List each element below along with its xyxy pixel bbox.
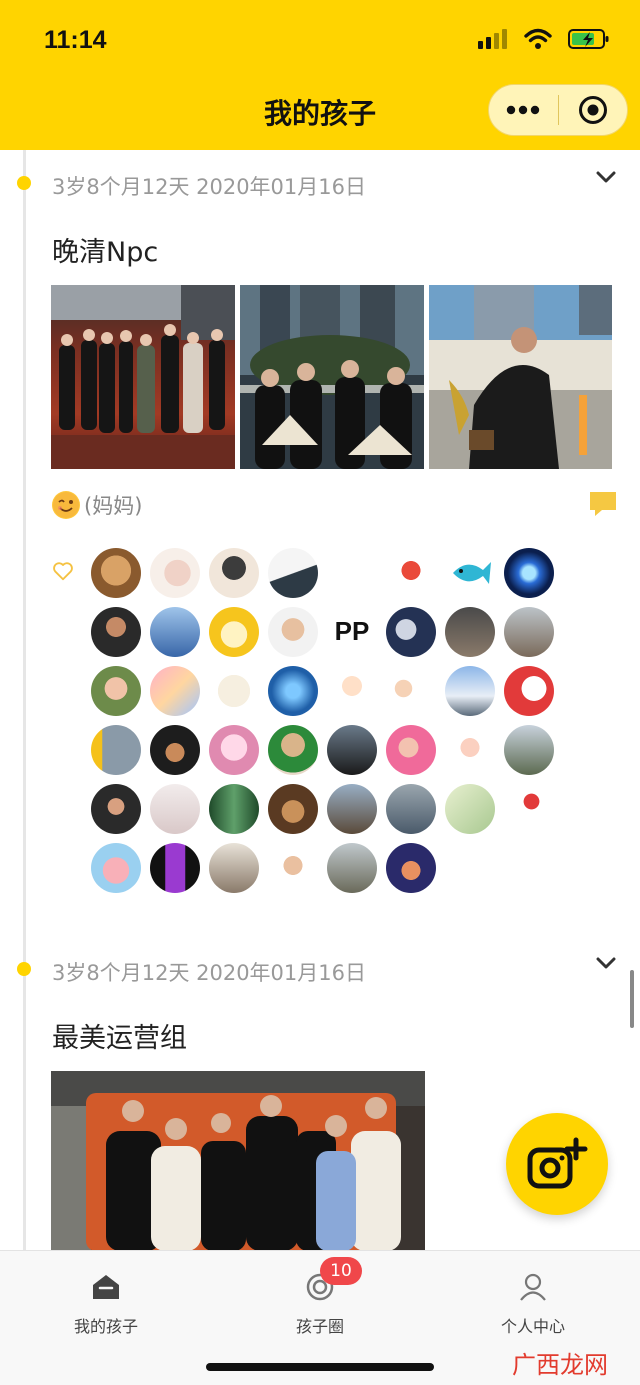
tab-profile[interactable]: 个人中心 xyxy=(453,1273,613,1337)
mini-program-capsule xyxy=(488,84,628,136)
post-title: 晚清Npc xyxy=(52,237,159,268)
post-photo[interactable] xyxy=(51,285,235,469)
avatar[interactable] xyxy=(268,548,318,598)
avatar[interactable] xyxy=(268,843,318,893)
avatar[interactable] xyxy=(445,725,495,775)
comment-icon[interactable] xyxy=(588,488,618,518)
avatar[interactable] xyxy=(327,725,377,775)
avatar[interactable] xyxy=(386,784,436,834)
avatar[interactable] xyxy=(445,666,495,716)
avatar[interactable] xyxy=(209,607,259,657)
user-icon xyxy=(520,1273,546,1301)
avatar[interactable] xyxy=(150,548,200,598)
target-icon xyxy=(578,96,607,124)
close-miniprogram-button[interactable] xyxy=(559,85,628,135)
svg-text:PP: PP xyxy=(335,616,370,646)
avatar[interactable] xyxy=(209,666,259,716)
avatar[interactable] xyxy=(268,725,318,775)
avatar[interactable] xyxy=(91,784,141,834)
more-button[interactable] xyxy=(489,85,558,135)
avatar[interactable] xyxy=(445,548,495,598)
avatar[interactable] xyxy=(209,784,259,834)
avatar[interactable] xyxy=(504,666,554,716)
post-photo[interactable] xyxy=(51,1071,425,1250)
avatar[interactable] xyxy=(386,843,436,893)
tab-my-children[interactable]: 我的孩子 xyxy=(26,1273,186,1337)
author-name: (妈妈) xyxy=(84,494,143,518)
avatar[interactable] xyxy=(91,843,141,893)
avatar[interactable] xyxy=(327,843,377,893)
avatar[interactable] xyxy=(91,666,141,716)
header: 11:14 我的孩子 xyxy=(0,0,640,150)
avatar[interactable] xyxy=(504,548,554,598)
avatar[interactable] xyxy=(268,666,318,716)
timeline-line xyxy=(23,150,26,1250)
notification-badge: 10 xyxy=(320,1257,362,1285)
avatar[interactable] xyxy=(504,784,554,834)
avatar[interactable] xyxy=(268,784,318,834)
avatar[interactable] xyxy=(209,843,259,893)
status-icons xyxy=(478,28,610,50)
avatar[interactable] xyxy=(150,607,200,657)
home-icon xyxy=(93,1275,119,1299)
avatar[interactable] xyxy=(91,548,141,598)
add-photo-button[interactable] xyxy=(506,1113,608,1215)
avatar[interactable] xyxy=(386,725,436,775)
wifi-icon xyxy=(524,28,552,49)
chevron-down-icon[interactable] xyxy=(596,167,616,187)
avatar[interactable] xyxy=(150,843,200,893)
post-photo[interactable] xyxy=(240,285,424,469)
scrollbar[interactable] xyxy=(630,970,634,1028)
avatar[interactable] xyxy=(445,784,495,834)
tab-label: 我的孩子 xyxy=(73,1317,138,1336)
avatar[interactable] xyxy=(150,784,200,834)
avatar[interactable] xyxy=(209,725,259,775)
avatar[interactable] xyxy=(504,725,554,775)
home-indicator[interactable] xyxy=(206,1363,434,1371)
heart-icon[interactable] xyxy=(52,560,74,582)
avatar[interactable] xyxy=(91,725,141,775)
avatar[interactable]: PP xyxy=(327,607,377,657)
post-title: 最美运营组 xyxy=(52,1023,187,1054)
battery-icon xyxy=(568,29,609,49)
avatar[interactable] xyxy=(209,548,259,598)
tab-label: 个人中心 xyxy=(500,1317,565,1336)
post-author: (妈妈) xyxy=(52,490,142,520)
timeline-dot xyxy=(17,176,31,190)
avatar[interactable] xyxy=(268,607,318,657)
avatar[interactable] xyxy=(445,607,495,657)
wink-emoji-icon xyxy=(52,491,80,519)
tab-child-circle[interactable]: 孩子圈 xyxy=(240,1273,400,1337)
chevron-down-icon[interactable] xyxy=(596,953,616,973)
camera-plus-icon xyxy=(527,1137,588,1189)
post-photo[interactable] xyxy=(429,285,612,469)
avatar[interactable] xyxy=(150,725,200,775)
signal-icon xyxy=(478,29,507,49)
avatar[interactable] xyxy=(386,666,436,716)
watermark-logo: 广西龙网 xyxy=(512,1351,608,1379)
post-date: 3岁8个月12天 2020年01月16日 xyxy=(52,175,367,199)
post-date: 3岁8个月12天 2020年01月16日 xyxy=(52,961,367,985)
avatar[interactable] xyxy=(327,784,377,834)
avatar[interactable] xyxy=(91,607,141,657)
status-time: 11:14 xyxy=(44,26,107,54)
avatar[interactable] xyxy=(386,607,436,657)
timeline-dot xyxy=(17,962,31,976)
avatar[interactable] xyxy=(150,666,200,716)
avatar[interactable] xyxy=(386,548,436,598)
avatar[interactable] xyxy=(327,666,377,716)
more-dots-icon xyxy=(507,105,540,115)
avatar[interactable] xyxy=(504,607,554,657)
tab-label: 孩子圈 xyxy=(295,1317,344,1336)
timeline[interactable]: 3岁8个月12天 2020年01月16日 晚清Npc (妈妈) PP 3岁8个月… xyxy=(0,150,640,1250)
